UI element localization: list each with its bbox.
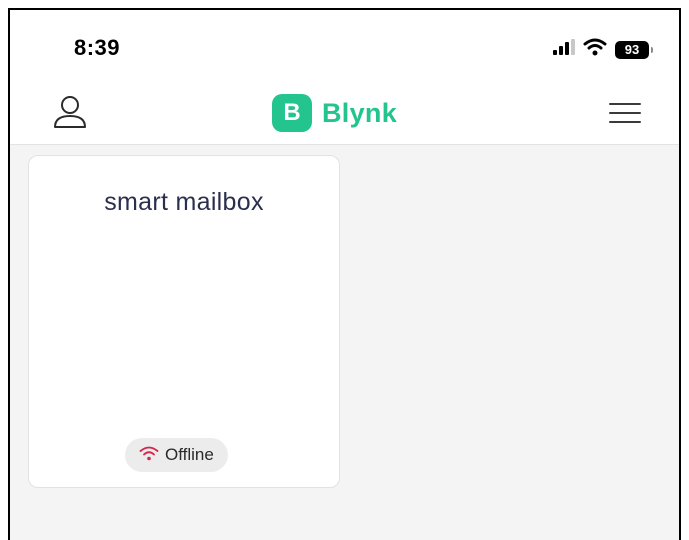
phone-screen: 8:39 93 B Blynk smart mailbox Offline [8,8,681,540]
app-logo: B Blynk [272,94,397,132]
profile-icon [52,94,88,135]
wifi-icon [583,38,607,61]
cellular-signal-icon [553,39,575,60]
status-time: 8:39 [74,35,121,60]
hamburger-menu-icon [609,102,641,129]
profile-button[interactable] [50,94,90,134]
status-label: Offline [165,445,214,464]
menu-button[interactable] [609,100,641,130]
wifi-off-icon [139,445,159,466]
logo-badge: B [272,94,312,132]
status-bar: 8:39 93 [10,10,679,82]
battery-icon: 93 [615,40,653,59]
device-card[interactable]: smart mailbox Offline [28,155,340,488]
device-name: smart mailbox [104,188,264,216]
status-badge: Offline [125,438,228,472]
app-header: B Blynk [10,82,679,145]
app-name: Blynk [322,97,398,128]
status-icons: 93 [553,38,653,61]
